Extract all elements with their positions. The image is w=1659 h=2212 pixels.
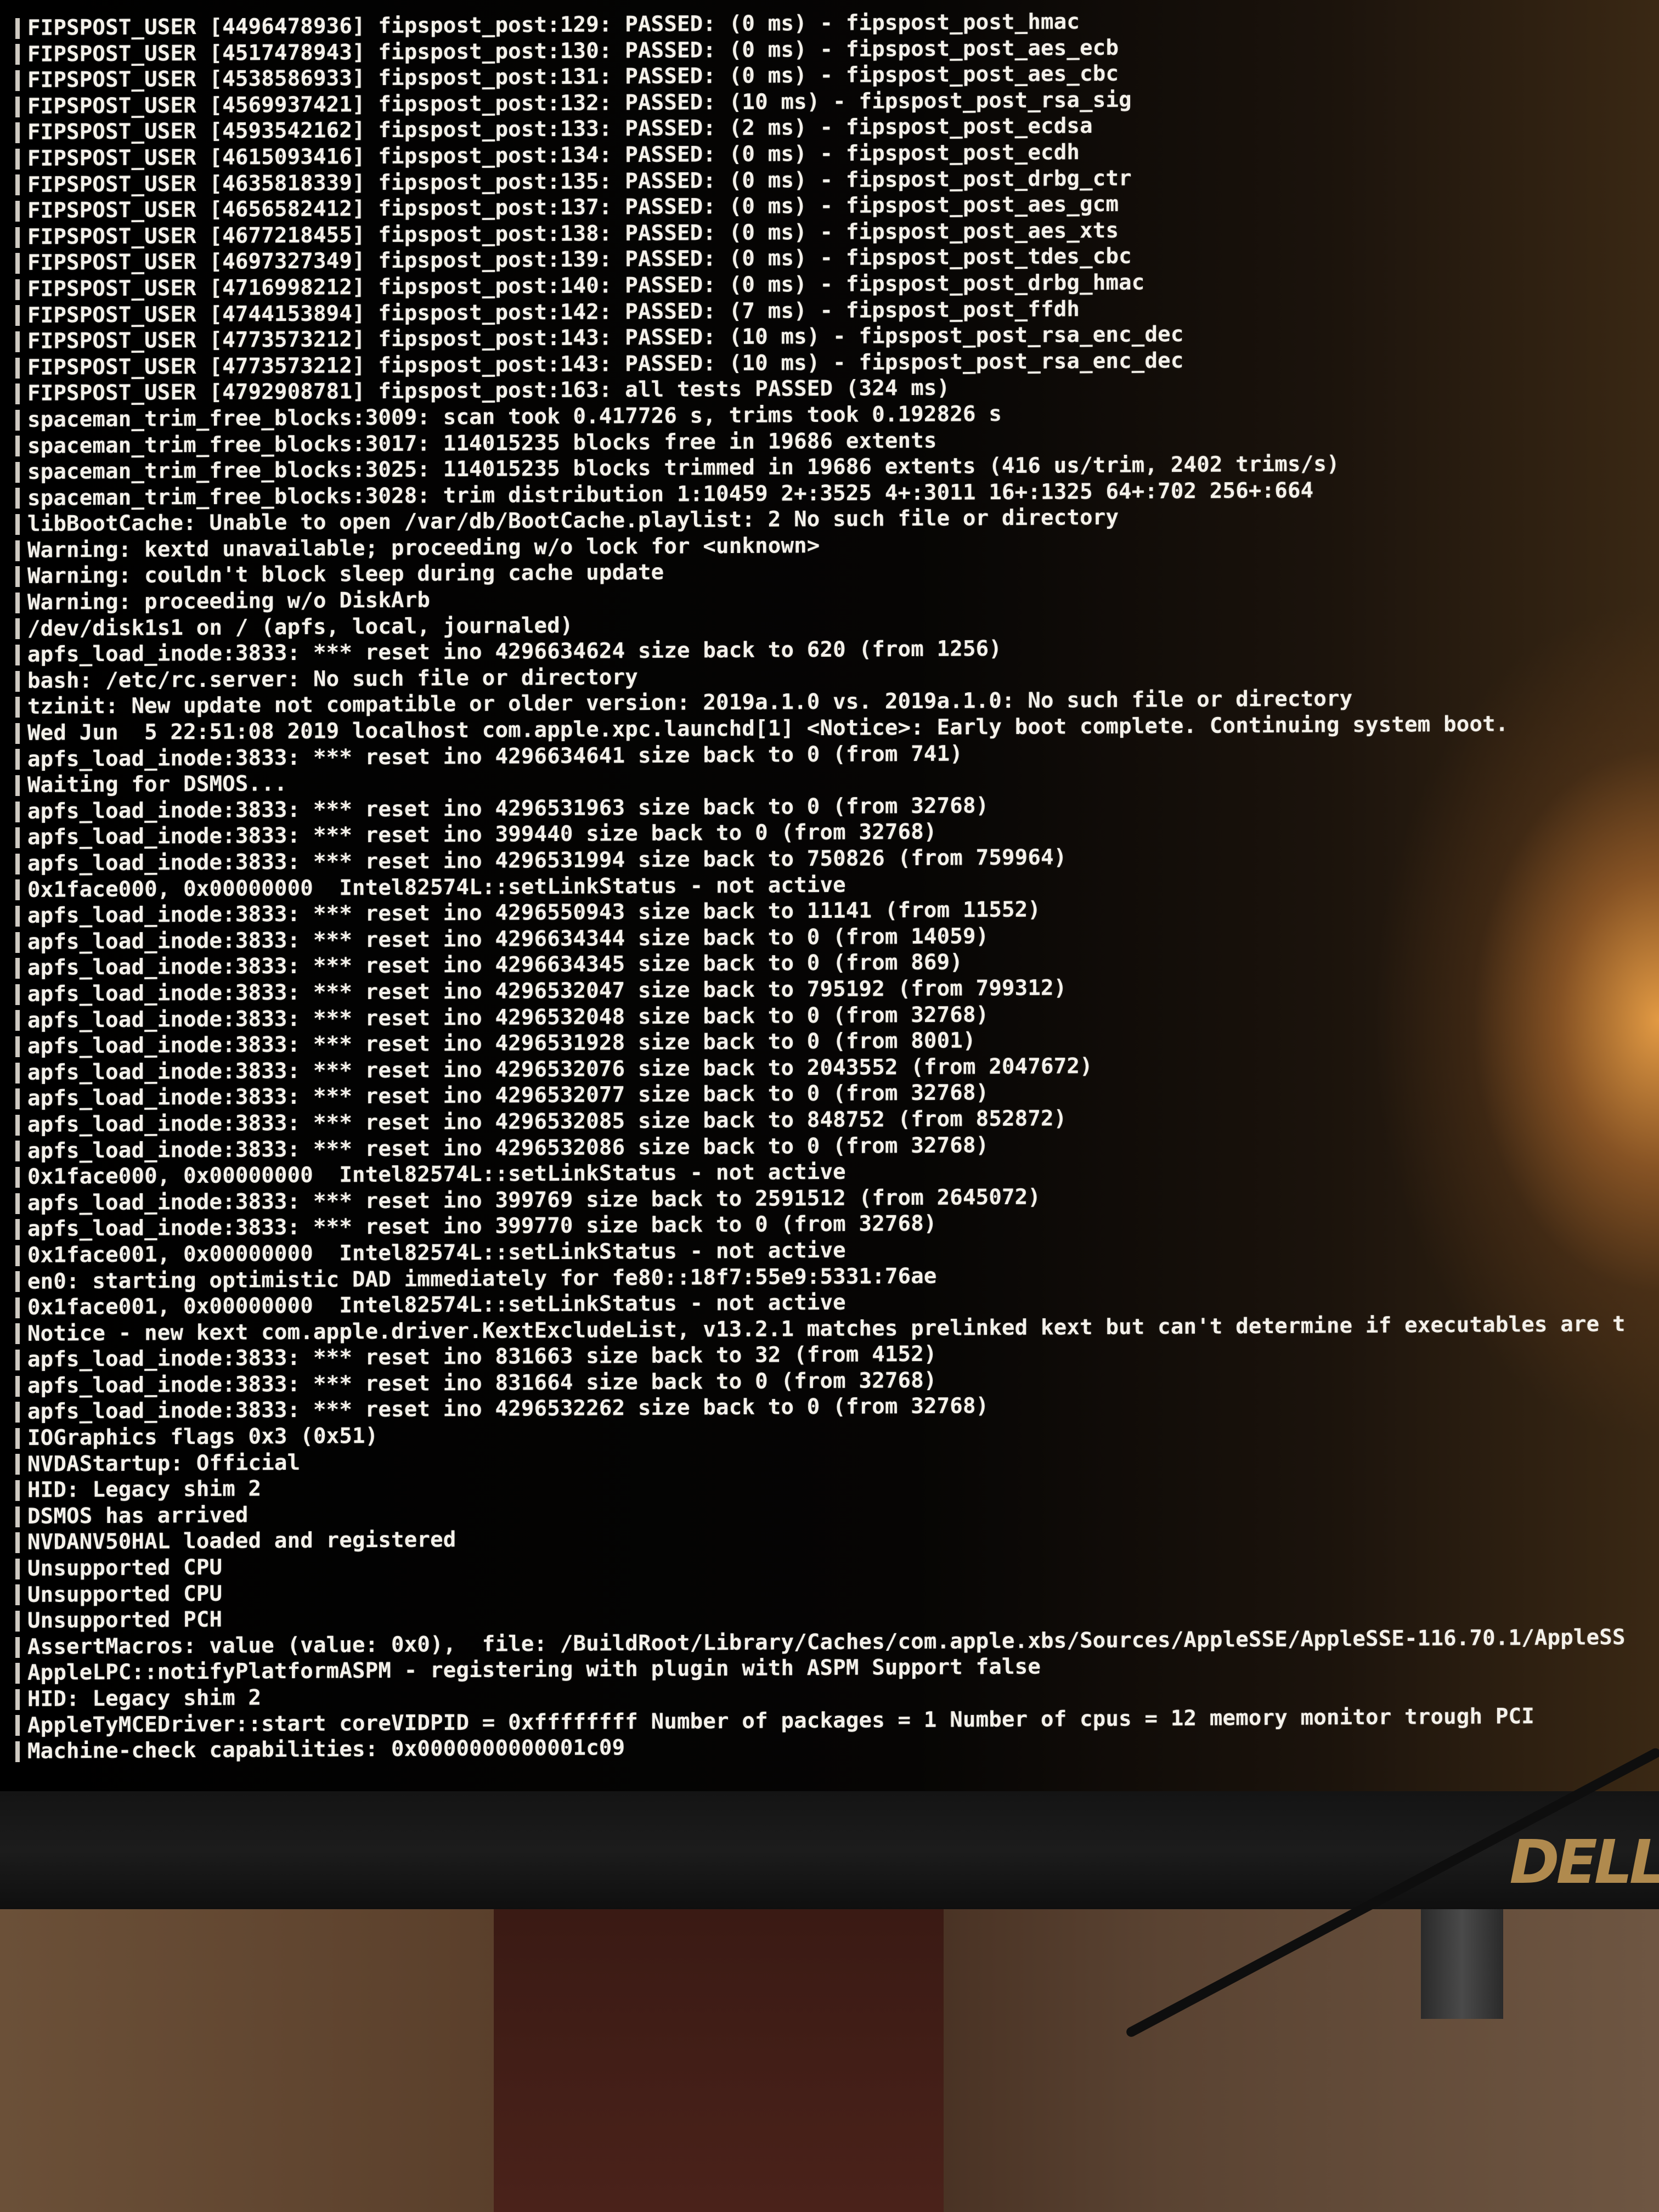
line-margin-marker xyxy=(15,697,20,718)
line-margin-marker xyxy=(15,1088,20,1110)
boot-console-screen: FIPSPOST_USER [4496478936] fipspost_post… xyxy=(0,0,1659,1791)
line-margin-marker xyxy=(15,1663,20,1684)
console-line-text: HID: Legacy shim 2 xyxy=(27,1476,262,1503)
line-margin-marker xyxy=(15,148,20,170)
line-margin-marker xyxy=(15,331,20,352)
line-margin-marker xyxy=(15,749,20,770)
line-margin-marker xyxy=(15,409,20,431)
monitor-stand xyxy=(1421,1909,1503,2019)
line-margin-marker xyxy=(15,1036,20,1057)
console-line-text: Unsupported CPU xyxy=(27,1581,223,1607)
line-margin-marker xyxy=(15,905,20,927)
line-margin-marker xyxy=(15,1715,20,1736)
line-margin-marker xyxy=(15,18,20,39)
line-margin-marker xyxy=(15,670,20,692)
line-margin-marker xyxy=(15,879,20,901)
line-margin-marker xyxy=(15,1350,20,1371)
console-line-text: HID: Legacy shim 2 xyxy=(27,1685,262,1712)
console-line-text: Warning: kextd unavailable; proceeding w… xyxy=(27,533,820,563)
line-margin-marker xyxy=(15,1193,20,1214)
line-margin-marker xyxy=(15,723,20,744)
line-margin-marker xyxy=(15,1532,20,1554)
line-margin-marker xyxy=(15,279,20,300)
line-margin-marker xyxy=(15,1427,20,1449)
line-margin-marker xyxy=(15,305,20,326)
line-margin-marker xyxy=(15,1584,20,1606)
line-margin-marker xyxy=(15,827,20,849)
verbose-boot-log: FIPSPOST_USER [4496478936] fipspost_post… xyxy=(15,5,1659,1765)
line-margin-marker xyxy=(15,618,20,640)
console-line-text: IOGraphics flags 0x3 (0x51) xyxy=(27,1424,379,1451)
line-margin-marker xyxy=(15,644,20,666)
line-margin-marker xyxy=(15,984,20,1005)
line-margin-marker xyxy=(15,1297,20,1318)
line-margin-marker xyxy=(15,436,20,457)
line-margin-marker xyxy=(15,801,20,822)
line-margin-marker xyxy=(15,1558,20,1579)
line-margin-marker xyxy=(15,1323,20,1345)
line-margin-marker xyxy=(15,200,20,222)
line-margin-marker xyxy=(15,1689,20,1710)
line-margin-marker xyxy=(15,488,20,509)
line-margin-marker xyxy=(15,44,20,65)
console-line-text: NVDAStartup: Official xyxy=(27,1450,301,1477)
line-margin-marker xyxy=(15,174,20,196)
line-margin-marker xyxy=(15,1610,20,1632)
line-margin-marker xyxy=(15,1271,20,1293)
line-margin-marker xyxy=(15,566,20,588)
line-margin-marker xyxy=(15,932,20,953)
line-margin-marker xyxy=(15,227,20,248)
line-margin-marker xyxy=(15,122,20,144)
console-line-text: Unsupported CPU xyxy=(27,1555,223,1581)
line-margin-marker xyxy=(15,1219,20,1240)
line-margin-marker xyxy=(15,853,20,874)
line-margin-marker xyxy=(15,70,20,91)
line-margin-marker xyxy=(15,1480,20,1502)
line-margin-marker xyxy=(15,1010,20,1031)
line-margin-marker xyxy=(15,1741,20,1762)
line-margin-marker xyxy=(15,383,20,405)
line-margin-marker xyxy=(15,357,20,379)
monitor-bezel xyxy=(0,1791,1659,1909)
line-margin-marker xyxy=(15,1141,20,1162)
monitor: FIPSPOST_USER [4496478936] fipspost_post… xyxy=(0,0,1659,1909)
line-margin-marker xyxy=(15,1245,20,1266)
line-margin-marker xyxy=(15,1166,20,1188)
line-margin-marker xyxy=(15,540,20,561)
console-line-text: Unsupported PCH xyxy=(27,1607,223,1634)
line-margin-marker xyxy=(15,461,20,483)
monitor-brand-logo: DELL xyxy=(1509,1827,1659,1897)
line-margin-marker xyxy=(15,1062,20,1084)
line-margin-marker xyxy=(15,1454,20,1475)
line-margin-marker xyxy=(15,1637,20,1658)
line-margin-marker xyxy=(15,253,20,274)
background-wall xyxy=(494,1909,944,2212)
console-line-text: Machine-check capabilities: 0x0000000000… xyxy=(27,1735,625,1764)
line-margin-marker xyxy=(15,1375,20,1397)
console-line-text: Waiting for DSMOS... xyxy=(27,771,287,798)
line-margin-marker xyxy=(15,1402,20,1423)
line-margin-marker xyxy=(15,592,20,613)
line-margin-marker xyxy=(15,514,20,535)
line-margin-marker xyxy=(15,775,20,797)
console-line-text: Warning: proceeding w/o DiskArb xyxy=(27,588,431,615)
console-line-text: bash: /etc/rc.server: No such file or di… xyxy=(27,664,638,693)
line-margin-marker xyxy=(15,96,20,117)
console-line-text: /dev/disk1s1 on / (apfs, local, journale… xyxy=(27,613,573,641)
line-margin-marker xyxy=(15,1506,20,1527)
line-margin-marker xyxy=(15,1114,20,1136)
line-margin-marker xyxy=(15,958,20,979)
console-line-text: NVDANV50HAL loaded and registered xyxy=(27,1527,456,1555)
console-line-text: DSMOS has arrived xyxy=(27,1503,249,1529)
console-line-text: Warning: couldn't block sleep during cac… xyxy=(27,560,664,589)
